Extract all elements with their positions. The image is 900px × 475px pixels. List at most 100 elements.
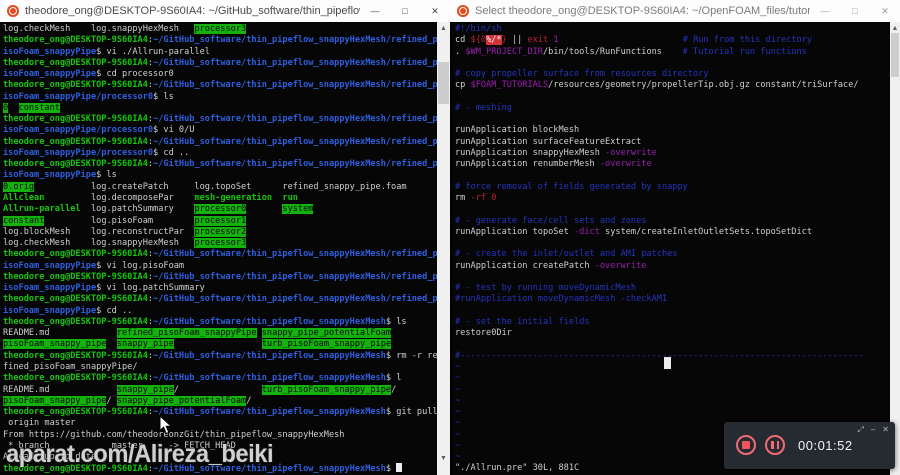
close-button[interactable]: ✕ (420, 0, 450, 22)
terminal-line: # force removal of fields generated by s… (455, 181, 688, 192)
terminal-line: ~ (455, 361, 461, 372)
terminal-line: origin master (3, 418, 76, 429)
terminal-line: ~ (455, 407, 461, 418)
pause-recording-button[interactable] (765, 435, 785, 455)
terminal-line: log.checkMesh log.snappyHexMesh processo… (3, 24, 247, 34)
terminal-line: # - set the initial fields (455, 316, 590, 327)
terminal-line: 0 constant (3, 102, 60, 113)
close-button[interactable]: ✕ (870, 0, 900, 22)
terminal-line: runApplication blockMesh (455, 125, 580, 136)
terminal-line: theodore_ong@DESKTOP-9S60IA4:~/GitHub_so… (3, 350, 437, 361)
minimize-button[interactable]: — (360, 0, 390, 22)
terminal-line: # - generate face/cell sets and zones (455, 215, 647, 226)
screen: theodore_ong@DESKTOP-9S60IA4: ~/GitHub_s… (0, 0, 900, 475)
ubuntu-icon (7, 5, 19, 17)
vim-cursor (664, 357, 671, 369)
terminal-line: runApplication createPatch -overwrite (455, 260, 647, 271)
scroll-up-icon[interactable]: ▲ (437, 22, 450, 35)
terminal-line: theodore_ong@DESKTOP-9S60IA4:~/GitHub_so… (3, 294, 437, 305)
terminal-line: theodore_ong@DESKTOP-9S60IA4:~/GitHub_so… (3, 407, 437, 418)
window-controls: — □ ✕ (810, 0, 900, 22)
stop-recording-button[interactable] (736, 435, 756, 455)
terminal-line: runApplication surfaceFeatureExtract (455, 136, 642, 147)
terminal-line: # - test by running moveDynamicMesh (455, 283, 637, 294)
terminal-line: theodore_ong@DESKTOP-9S60IA4:~/GitHub_so… (3, 316, 407, 327)
terminal-line: isoFoam_snappyPipe/processor0$ cd .. (3, 147, 190, 158)
terminal-line: # - create the inlet/outlet and AMI patc… (455, 249, 678, 260)
left-terminal-output[interactable]: log.checkMesh log.snappyHexMesh processo… (0, 22, 437, 475)
stop-icon (742, 441, 750, 449)
terminal-line: restore0Dir (455, 328, 512, 339)
resize-icon[interactable]: ⤢ (857, 425, 863, 435)
scrollbar-thumb[interactable] (438, 62, 449, 104)
right-terminal-window: Select theodore_ong@DESKTOP-9S60IA4: ~/O… (450, 0, 900, 475)
mouse-cursor (159, 415, 173, 435)
ubuntu-icon (457, 5, 469, 17)
terminal-line: ~ (455, 384, 461, 395)
terminal-line: theodore_ong@DESKTOP-9S60IA4:~/GitHub_so… (3, 136, 437, 147)
recorder-minimize-button[interactable]: – (871, 425, 875, 435)
watermark: aparat.com/Alireza_beiki (6, 440, 274, 468)
terminal-line: # copy propeller surface from resources … (455, 69, 709, 80)
maximize-button[interactable]: □ (840, 0, 870, 22)
recorder-close-button[interactable]: ✕ (882, 425, 889, 435)
terminal-line: isoFoam_snappyPipe$ vi log.patchSummary (3, 283, 205, 294)
terminal-line: runApplication topoSet -dict system/crea… (455, 226, 813, 237)
terminal-line: theodore_ong@DESKTOP-9S60IA4:~/GitHub_so… (3, 57, 437, 68)
recorder-window-controls: ⤢ – ✕ (857, 425, 889, 435)
terminal-line: isoFoam_snappyPipe$ vi log.pisoFoam (3, 260, 185, 271)
maximize-button[interactable]: □ (390, 0, 420, 22)
right-terminal-output[interactable]: #!/bin/sh cd ${0%/*} || exit 1 # Run from… (452, 22, 890, 475)
terminal-line: theodore_ong@DESKTOP-9S60IA4:~/GitHub_so… (3, 35, 437, 46)
terminal-line: constant log.pisoFoam processor1 (3, 215, 247, 226)
terminal-line: runApplication renumberMesh -overwrite (455, 159, 652, 170)
right-titlebar[interactable]: Select theodore_ong@DESKTOP-9S60IA4: ~/O… (450, 0, 900, 22)
terminal-line: theodore_ong@DESKTOP-9S60IA4:~/GitHub_so… (3, 373, 402, 384)
terminal-line: theodore_ong@DESKTOP-9S60IA4:~/GitHub_so… (3, 114, 437, 125)
terminal-line: isoFoam_snappyPipe$ vi ./Allrun-parallel (3, 46, 210, 57)
terminal-line: ~ (455, 373, 461, 384)
right-scrollbar[interactable]: ▲ (890, 22, 900, 475)
terminal-line: pisoFoam_snappy_pipe/ snappy_pipe_potent… (3, 395, 252, 406)
window-title: theodore_ong@DESKTOP-9S60IA4: ~/GitHub_s… (25, 5, 360, 17)
left-scrollbar[interactable]: ▲ ▼ (437, 22, 450, 475)
left-titlebar[interactable]: theodore_ong@DESKTOP-9S60IA4: ~/GitHub_s… (0, 0, 450, 22)
terminal-line: Allrun-parallel log.patchSummary process… (3, 204, 314, 215)
terminal-line: pisoFoam_snappy_pipe snappy_pipe turb_pi… (3, 339, 392, 350)
terminal-line: cd ${0%/*} || exit 1 # Run from this dir… (455, 35, 813, 46)
terminal-line: isoFoam_snappyPipe$ cd .. (3, 305, 133, 316)
terminal-line: #runApplication moveDynamicMesh -checkAM… (455, 294, 668, 305)
terminal-line: fined_pisoFoam_snappyPipe/ (3, 361, 138, 372)
left-terminal-window: theodore_ong@DESKTOP-9S60IA4: ~/GitHub_s… (0, 0, 450, 475)
terminal-line: #---------------------------------------… (455, 350, 864, 361)
terminal-line: log.blockMesh log.reconstructPar process… (3, 226, 247, 237)
terminal-line: cp $FOAM_TUTORIALS/resources/geometry/pr… (455, 80, 859, 91)
pause-icon (771, 441, 779, 449)
terminal-line: isoFoam_snappyPipe$ ls (3, 170, 117, 181)
terminal-line: Allclean log.decomposePar mesh-generatio… (3, 192, 298, 203)
terminal-line: theodore_ong@DESKTOP-9S60IA4:~/GitHub_so… (3, 159, 437, 170)
scroll-down-icon[interactable]: ▼ (437, 452, 450, 465)
window-title: Select theodore_ong@DESKTOP-9S60IA4: ~/O… (475, 5, 810, 17)
terminal-line: log.checkMesh log.snappyHexMesh processo… (3, 238, 247, 249)
terminal-line: ~ (455, 395, 461, 406)
terminal-line: rm -rf 0 (455, 192, 497, 203)
terminal-line: theodore_ong@DESKTOP-9S60IA4:~/GitHub_so… (3, 249, 437, 260)
scrollbar-thumb[interactable] (891, 33, 899, 77)
minimize-button[interactable]: — (810, 0, 840, 22)
terminal-line: # - meshing (455, 102, 512, 113)
terminal-line: #!/bin/sh (455, 24, 502, 34)
terminal-line: runApplication snappyHexMesh -overwrite (455, 147, 657, 158)
terminal-line: theodore_ong@DESKTOP-9S60IA4:~/GitHub_so… (3, 80, 437, 91)
terminal-line: 0.orig log.createPatch log.topoSet refin… (3, 181, 407, 192)
terminal-line: isoFoam_snappyPipe$ cd processor0 (3, 69, 174, 80)
